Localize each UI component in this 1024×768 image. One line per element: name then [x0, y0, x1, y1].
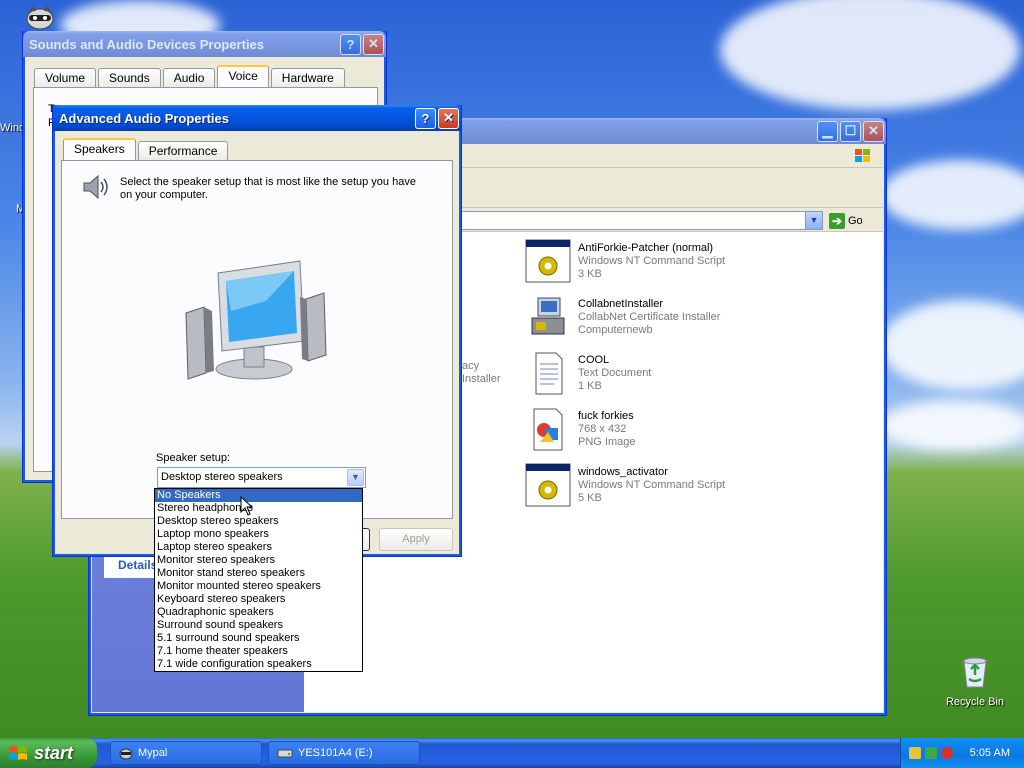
file-name: CollabnetInstaller	[578, 298, 663, 310]
sounds-title: Sounds and Audio Devices Properties	[29, 36, 265, 52]
list-item[interactable]: AntiForkie-Patcher (normal) Windows NT C…	[524, 238, 784, 284]
go-arrow-icon: ➔	[829, 212, 845, 229]
tab-performance[interactable]: Performance	[137, 141, 229, 160]
dropdown-option[interactable]: Keyboard stereo speakers	[155, 593, 362, 606]
file-name: COOL	[578, 354, 610, 366]
advanced-title: Advanced Audio Properties	[59, 110, 229, 126]
taskbar-item-label: YES101A4 (E:)	[298, 747, 373, 759]
chevron-down-icon[interactable]: ▼	[347, 469, 364, 486]
apply-button[interactable]: Apply	[379, 528, 453, 551]
file-type: Windows NT Command Script	[578, 479, 726, 491]
file-type: 768 x 432	[578, 423, 627, 435]
dropdown-option[interactable]: Monitor stand stereo speakers	[155, 567, 362, 580]
advanced-tabs: Speakers Performance	[63, 138, 230, 160]
cmd-script-icon	[525, 463, 571, 507]
dropdown-option[interactable]: Desktop stereo speakers	[155, 515, 362, 528]
file-type: CollabNet Certificate Installer	[578, 311, 721, 323]
sounds-tabs: Volume Sounds Audio Voice Hardware	[34, 65, 347, 87]
text-document-icon	[535, 352, 563, 395]
clock[interactable]: 5:05 AM	[970, 747, 1010, 759]
dropdown-option[interactable]: Laptop mono speakers	[155, 528, 362, 541]
tab-volume[interactable]: Volume	[34, 68, 97, 87]
file-size: 1 KB	[578, 380, 602, 392]
mouse-cursor-icon	[240, 496, 254, 516]
installer-icon	[531, 297, 565, 335]
speaker-icon	[83, 174, 108, 200]
file-name: windows_activator	[578, 466, 668, 478]
file-type: Windows NT Command Script	[578, 255, 726, 267]
raccoon-icon[interactable]	[24, 4, 56, 30]
file-size: Computernewb	[578, 324, 653, 336]
dropdown-option[interactable]: 7.1 home theater speakers	[155, 645, 362, 658]
close-button[interactable]: ✕	[438, 107, 459, 129]
cmd-script-icon	[525, 239, 571, 283]
instruction-text: Select the speaker setup that is most li…	[120, 176, 416, 201]
maximize-button[interactable]: ☐	[840, 120, 861, 142]
list-item[interactable]: CollabnetInstaller CollabNet Certificate…	[524, 294, 784, 340]
recycle-bin[interactable]: Recycle Bin	[940, 655, 1010, 708]
cloud	[880, 160, 1024, 230]
tab-sounds[interactable]: Sounds	[98, 68, 161, 87]
cloud	[880, 400, 1024, 450]
speaker-setup-dropdown: No Speakers Stereo headphones Desktop st…	[154, 488, 363, 672]
file-type: Text Document	[578, 367, 652, 379]
dropdown-option[interactable]: Monitor mounted stereo speakers	[155, 580, 362, 593]
recycle-bin-icon	[963, 657, 987, 688]
drive-icon	[277, 749, 293, 758]
dropdown-option[interactable]: Laptop stereo speakers	[155, 541, 362, 554]
file-name: AntiForkie-Patcher (normal)	[578, 242, 714, 254]
dropdown-option[interactable]: 7.1 wide configuration speakers	[155, 658, 362, 671]
list-item[interactable]: windows_activator Windows NT Command Scr…	[524, 462, 784, 508]
recycle-bin-label: Recycle Bin	[945, 696, 1005, 708]
help-button[interactable]: ?	[340, 33, 361, 55]
tab-audio[interactable]: Audio	[162, 68, 216, 87]
cloud	[720, 0, 1020, 110]
tab-voice[interactable]: Voice	[217, 65, 269, 87]
close-button[interactable]: ✕	[363, 33, 384, 55]
list-item[interactable]: fuck forkies 768 x 432 PNG Image	[524, 406, 784, 452]
system-tray: 5:05 AM	[900, 738, 1024, 768]
tray-update-icon[interactable]	[925, 747, 937, 759]
close-button[interactable]: ✕	[863, 120, 884, 142]
speaker-setup-value: Desktop stereo speakers	[161, 471, 283, 483]
cloud	[880, 300, 1024, 390]
advanced-titlebar[interactable]: Advanced Audio Properties ? ✕	[53, 105, 461, 131]
go-button[interactable]: ➔ Go	[829, 211, 877, 230]
dropdown-option[interactable]: Quadraphonic speakers	[155, 606, 362, 619]
speaker-setup-select[interactable]: Desktop stereo speakers ▼	[157, 467, 366, 488]
mypal-browser-icon	[119, 748, 133, 760]
file-size: 5 KB	[578, 492, 602, 504]
file-size: PNG Image	[578, 436, 636, 448]
taskbar-item-mypal[interactable]: Mypal	[110, 741, 262, 765]
minimize-button[interactable]: ▁	[817, 120, 838, 142]
go-label: Go	[848, 214, 863, 227]
dropdown-option[interactable]: Monitor stereo speakers	[155, 554, 362, 567]
file-size: 3 KB	[578, 268, 602, 280]
taskbar-item-drive[interactable]: YES101A4 (E:)	[268, 741, 420, 765]
dropdown-option[interactable]: Stereo headphones	[155, 502, 362, 515]
file-name[interactable]: acy	[462, 360, 479, 373]
dropdown-option[interactable]: No Speakers	[155, 489, 362, 502]
desktop-speakers-illustration	[185, 260, 327, 380]
dropdown-option[interactable]: Surround sound speakers	[155, 619, 362, 632]
taskbar-item-label: Mypal	[138, 747, 168, 759]
taskbar: start Mypal YES101A4 (E:) 5:05 AM	[0, 738, 1024, 768]
start-label: start	[34, 742, 74, 763]
start-button[interactable]: start	[0, 738, 97, 768]
tab-hardware[interactable]: Hardware	[270, 68, 345, 87]
speaker-setup-label: Speaker setup:	[156, 452, 230, 464]
windows-logo-icon	[855, 149, 870, 162]
list-item[interactable]: COOL Text Document 1 KB	[524, 350, 784, 396]
windows-logo-icon	[9, 746, 27, 760]
tray-security-icon[interactable]	[941, 747, 953, 759]
sounds-titlebar[interactable]: Sounds and Audio Devices Properties ? ✕	[23, 31, 386, 57]
png-image-icon	[533, 408, 563, 451]
help-button[interactable]: ?	[415, 107, 436, 129]
dropdown-option[interactable]: 5.1 surround sound speakers	[155, 632, 362, 645]
chevron-down-icon[interactable]: ▼	[805, 212, 822, 229]
tray-network-icon[interactable]	[909, 747, 921, 759]
tab-speakers[interactable]: Speakers	[63, 138, 136, 160]
file-sub: Installer	[462, 373, 501, 385]
file-name: fuck forkies	[578, 410, 634, 422]
